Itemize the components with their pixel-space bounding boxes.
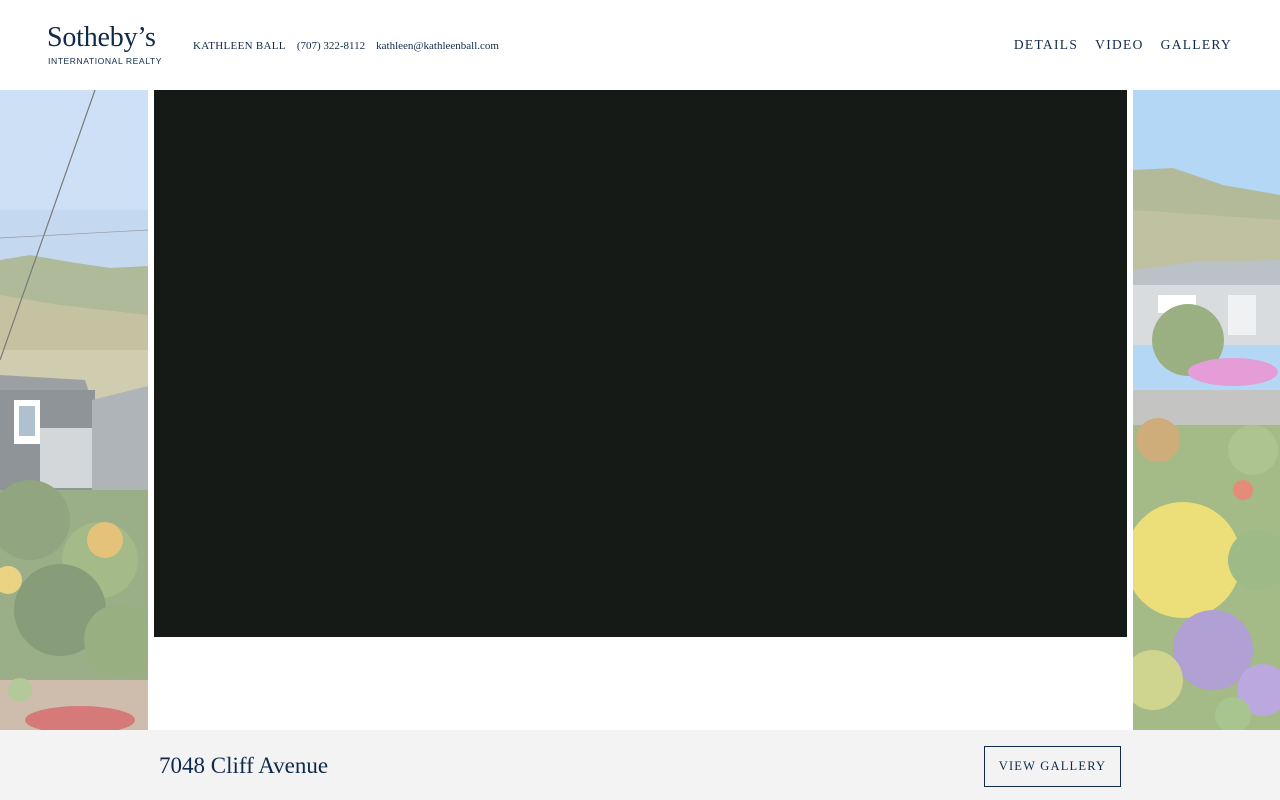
logo-wordmark: Sotheby’s	[47, 22, 156, 53]
agent-contact: KATHLEEN BALL (707) 322-8112 kathleen@ka…	[193, 38, 499, 54]
sothebys-logo[interactable]: Sotheby’s INTERNATIONAL REALTY	[47, 22, 167, 68]
nav-gallery[interactable]: GALLERY	[1161, 37, 1232, 53]
property-photo-next[interactable]	[1133, 90, 1280, 730]
video-player[interactable]	[154, 90, 1127, 637]
agent-email-link[interactable]: kathleen@kathleenball.com	[376, 40, 499, 52]
street-garden-image	[1133, 90, 1280, 730]
house-garden-image	[0, 90, 148, 730]
view-gallery-button[interactable]: VIEW GALLERY	[984, 746, 1121, 787]
nav-details[interactable]: DETAILS	[1014, 37, 1078, 53]
nav-video[interactable]: VIDEO	[1095, 37, 1144, 53]
logo-subtitle: INTERNATIONAL REALTY	[48, 56, 162, 66]
main-nav: DETAILS VIDEO GALLERY	[1014, 37, 1232, 53]
listing-address: 7048 Cliff Avenue	[159, 753, 329, 778]
property-photo-previous[interactable]	[0, 90, 148, 730]
agent-phone-link[interactable]: (707) 322-8112	[297, 40, 365, 52]
agent-name: KATHLEEN BALL	[193, 40, 286, 52]
site-header: Sotheby’s INTERNATIONAL REALTY KATHLEEN …	[0, 0, 1280, 90]
